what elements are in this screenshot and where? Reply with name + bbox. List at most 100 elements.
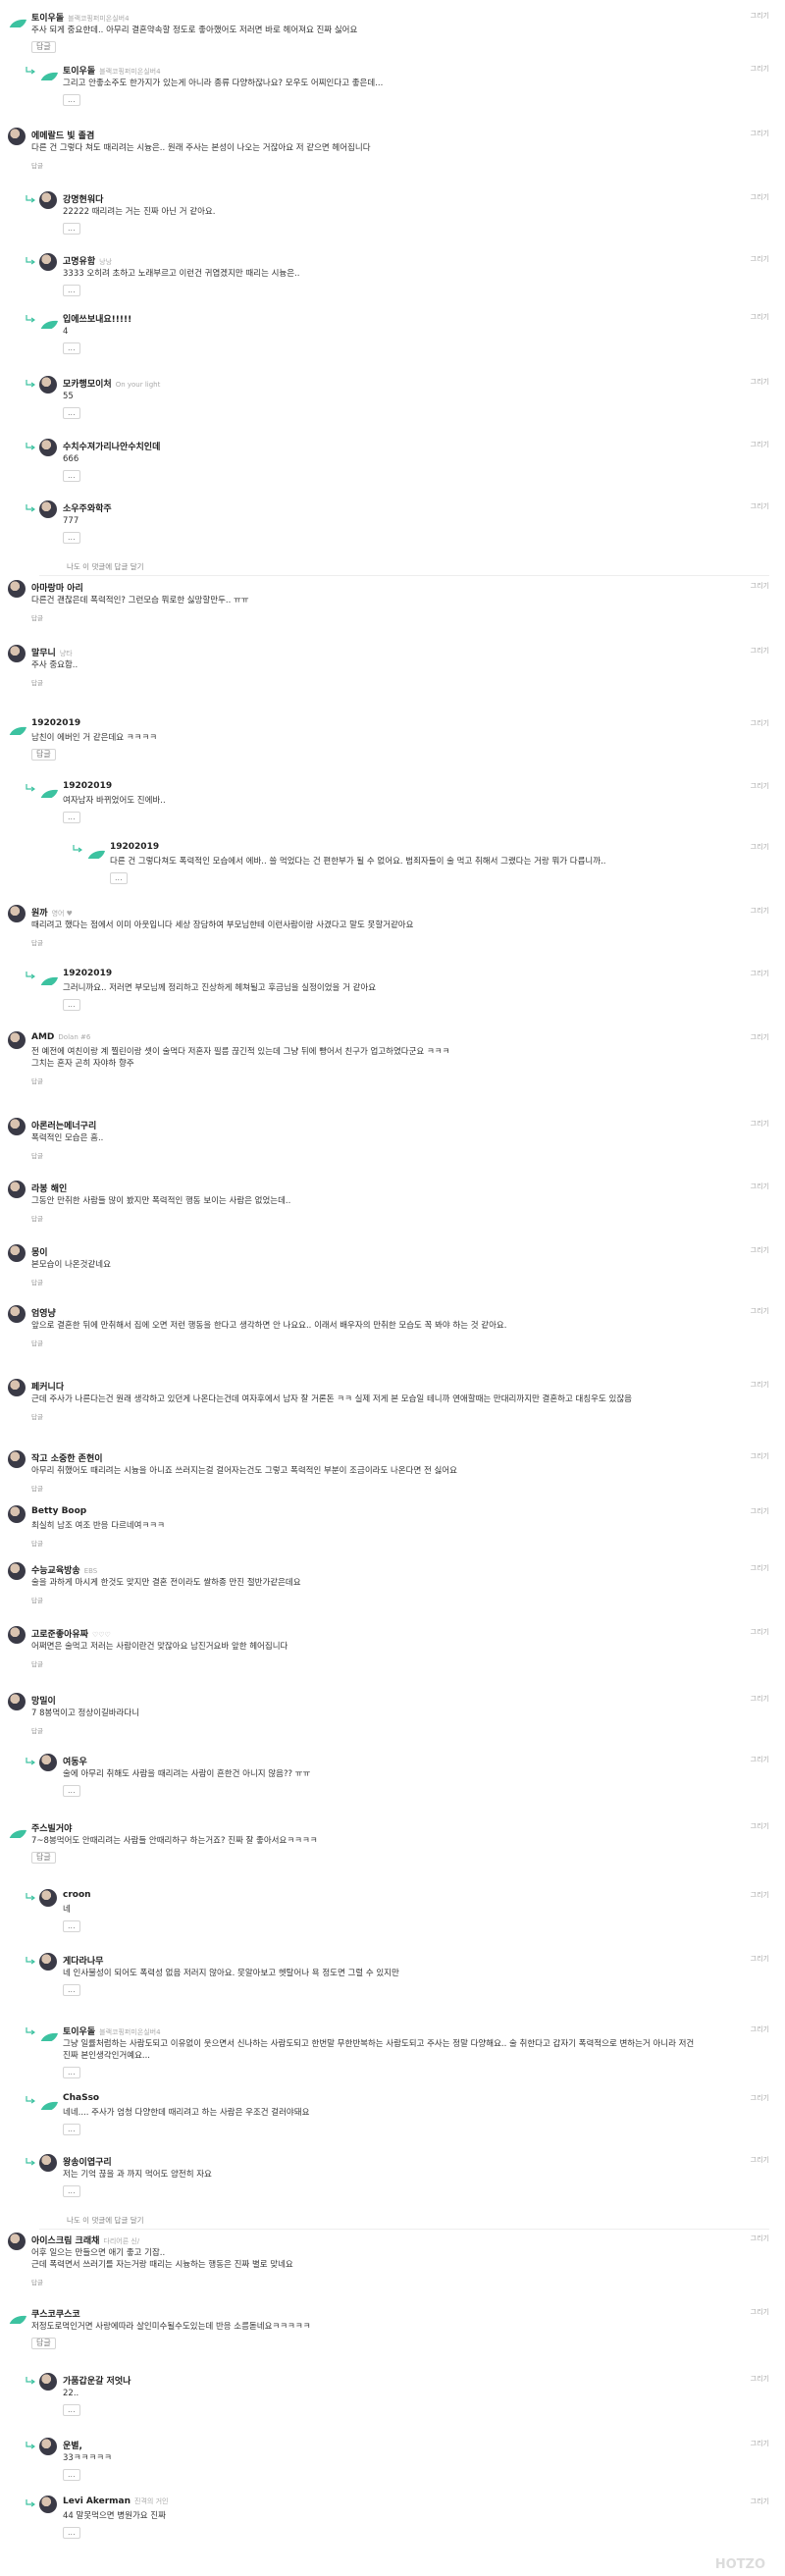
report-link[interactable]: 그리기: [751, 2155, 769, 2165]
comment-author[interactable]: 망밀이: [31, 1694, 56, 1707]
comment-author[interactable]: 수치수져가리나안수치인데: [63, 440, 160, 452]
comment-author[interactable]: 고명유함 낭낭: [63, 254, 112, 267]
report-link[interactable]: 그리기: [751, 440, 769, 449]
more-options-button[interactable]: ...: [63, 812, 80, 823]
report-link[interactable]: 그리기: [751, 254, 769, 264]
more-options-button[interactable]: ...: [63, 1785, 80, 1797]
report-link[interactable]: 그리기: [751, 1032, 769, 1042]
comment-author[interactable]: 소우주와학주: [63, 501, 112, 514]
avatar[interactable]: [8, 1305, 26, 1323]
comment-author[interactable]: 에메랄드 빛 졸겸: [31, 129, 94, 141]
comment-author[interactable]: 토이우돌 블랙코핑퍼미온실버4: [31, 11, 130, 24]
reply-button[interactable]: 답글: [31, 612, 43, 622]
reply-button[interactable]: 답글: [31, 160, 43, 170]
avatar[interactable]: [39, 500, 57, 518]
reply-button[interactable]: 답글: [31, 1483, 43, 1493]
report-link[interactable]: 그리기: [751, 1182, 769, 1191]
reply-button[interactable]: 답글: [31, 937, 43, 947]
more-options-button[interactable]: 답글: [31, 749, 56, 761]
comment-author[interactable]: ChaSso: [63, 2093, 99, 2103]
report-link[interactable]: 그리기: [751, 2439, 769, 2448]
comment-author[interactable]: 원까 영어 ♥: [31, 906, 73, 919]
comment-author[interactable]: 말무니 냥타: [31, 646, 73, 658]
report-link[interactable]: 그리기: [751, 1119, 769, 1129]
avatar[interactable]: [8, 1379, 26, 1396]
avatar[interactable]: [8, 1450, 26, 1468]
more-options-button[interactable]: ...: [63, 2124, 80, 2135]
avatar[interactable]: [39, 191, 57, 209]
reply-button[interactable]: 답글: [31, 1076, 43, 1085]
more-options-button[interactable]: ...: [63, 2527, 80, 2539]
more-options-button[interactable]: ...: [63, 999, 80, 1011]
avatar[interactable]: [8, 1626, 26, 1644]
leaf-icon[interactable]: [39, 973, 59, 985]
report-link[interactable]: 그리기: [751, 129, 769, 138]
comment-author[interactable]: 강명현워다: [63, 192, 103, 205]
report-link[interactable]: 그리기: [751, 1306, 769, 1316]
comment-author[interactable]: 여동우: [63, 1755, 87, 1767]
leaf-icon[interactable]: [39, 786, 59, 798]
report-link[interactable]: 그리기: [751, 581, 769, 591]
report-link[interactable]: 그리기: [751, 969, 769, 978]
leaf-icon[interactable]: [39, 69, 59, 80]
reply-button[interactable]: 답글: [31, 677, 43, 687]
avatar[interactable]: [39, 2496, 57, 2513]
reply-button[interactable]: 답글: [31, 1595, 43, 1604]
more-options-button[interactable]: ...: [63, 2185, 80, 2197]
report-link[interactable]: 그리기: [751, 2024, 769, 2034]
comment-author[interactable]: croon: [63, 1890, 91, 1900]
report-link[interactable]: 그리기: [751, 2497, 769, 2506]
view-replies-link[interactable]: 나도 이 댓글에 답글 달기: [67, 2215, 144, 2226]
comment-author[interactable]: 입에쓰보내요!!!!!: [63, 312, 131, 325]
comment-author[interactable]: 주스빌거야: [31, 1821, 72, 1834]
reply-button[interactable]: 답글: [31, 1150, 43, 1160]
report-link[interactable]: 그리기: [751, 64, 769, 74]
avatar[interactable]: [39, 1953, 57, 1971]
reply-button[interactable]: 답글: [31, 1277, 43, 1287]
comment-author[interactable]: 토이우돌 블랙코핑퍼미온실버4: [63, 2024, 161, 2037]
avatar[interactable]: [8, 1693, 26, 1710]
comment-author[interactable]: 아마랑마 아리: [31, 581, 83, 594]
report-link[interactable]: 그리기: [751, 718, 769, 728]
comment-author[interactable]: 게다라나무: [63, 1954, 103, 1967]
more-options-button[interactable]: ...: [110, 872, 128, 884]
more-options-button[interactable]: ...: [63, 223, 80, 235]
report-link[interactable]: 그리기: [751, 646, 769, 656]
avatar[interactable]: [8, 1244, 26, 1262]
more-options-button[interactable]: ...: [63, 1984, 80, 1996]
comment-author[interactable]: 작고 소중한 존현이: [31, 1451, 103, 1464]
report-link[interactable]: 그리기: [751, 1451, 769, 1461]
report-link[interactable]: 그리기: [751, 842, 769, 852]
more-options-button[interactable]: ...: [63, 407, 80, 419]
comment-author[interactable]: 아이스크림 크래채 다리어른 신/: [31, 2234, 139, 2246]
report-link[interactable]: 그리기: [751, 11, 769, 21]
avatar[interactable]: [39, 1889, 57, 1907]
report-link[interactable]: 그리기: [751, 906, 769, 916]
comment-author[interactable]: 왕송이엽구리: [63, 2155, 112, 2168]
report-link[interactable]: 그리기: [751, 2093, 769, 2103]
reply-button[interactable]: 답글: [31, 2277, 43, 2287]
comment-author[interactable]: 19202019: [110, 842, 159, 852]
reply-button[interactable]: 답글: [31, 1658, 43, 1668]
report-link[interactable]: 그리기: [751, 1563, 769, 1573]
more-options-button[interactable]: ...: [63, 470, 80, 482]
avatar[interactable]: [8, 2233, 26, 2250]
more-options-button[interactable]: ...: [63, 94, 80, 106]
report-link[interactable]: 그리기: [751, 1627, 769, 1637]
avatar[interactable]: [8, 905, 26, 922]
leaf-icon[interactable]: [39, 2029, 59, 2041]
reply-button[interactable]: 답글: [31, 1213, 43, 1223]
more-options-button[interactable]: 답글: [31, 1852, 56, 1864]
avatar[interactable]: [39, 439, 57, 456]
leaf-icon[interactable]: [8, 2312, 27, 2324]
more-options-button[interactable]: 답글: [31, 41, 56, 53]
leaf-icon[interactable]: [39, 317, 59, 329]
comment-author[interactable]: 운별,: [63, 2439, 82, 2451]
more-options-button[interactable]: ...: [63, 2067, 80, 2078]
comment-author[interactable]: AMD Dolan #6: [31, 1032, 90, 1042]
leaf-icon[interactable]: [86, 847, 106, 859]
report-link[interactable]: 그리기: [751, 1506, 769, 1516]
more-options-button[interactable]: ...: [63, 2404, 80, 2416]
report-link[interactable]: 그리기: [751, 781, 769, 791]
comment-author[interactable]: 19202019: [31, 718, 80, 728]
